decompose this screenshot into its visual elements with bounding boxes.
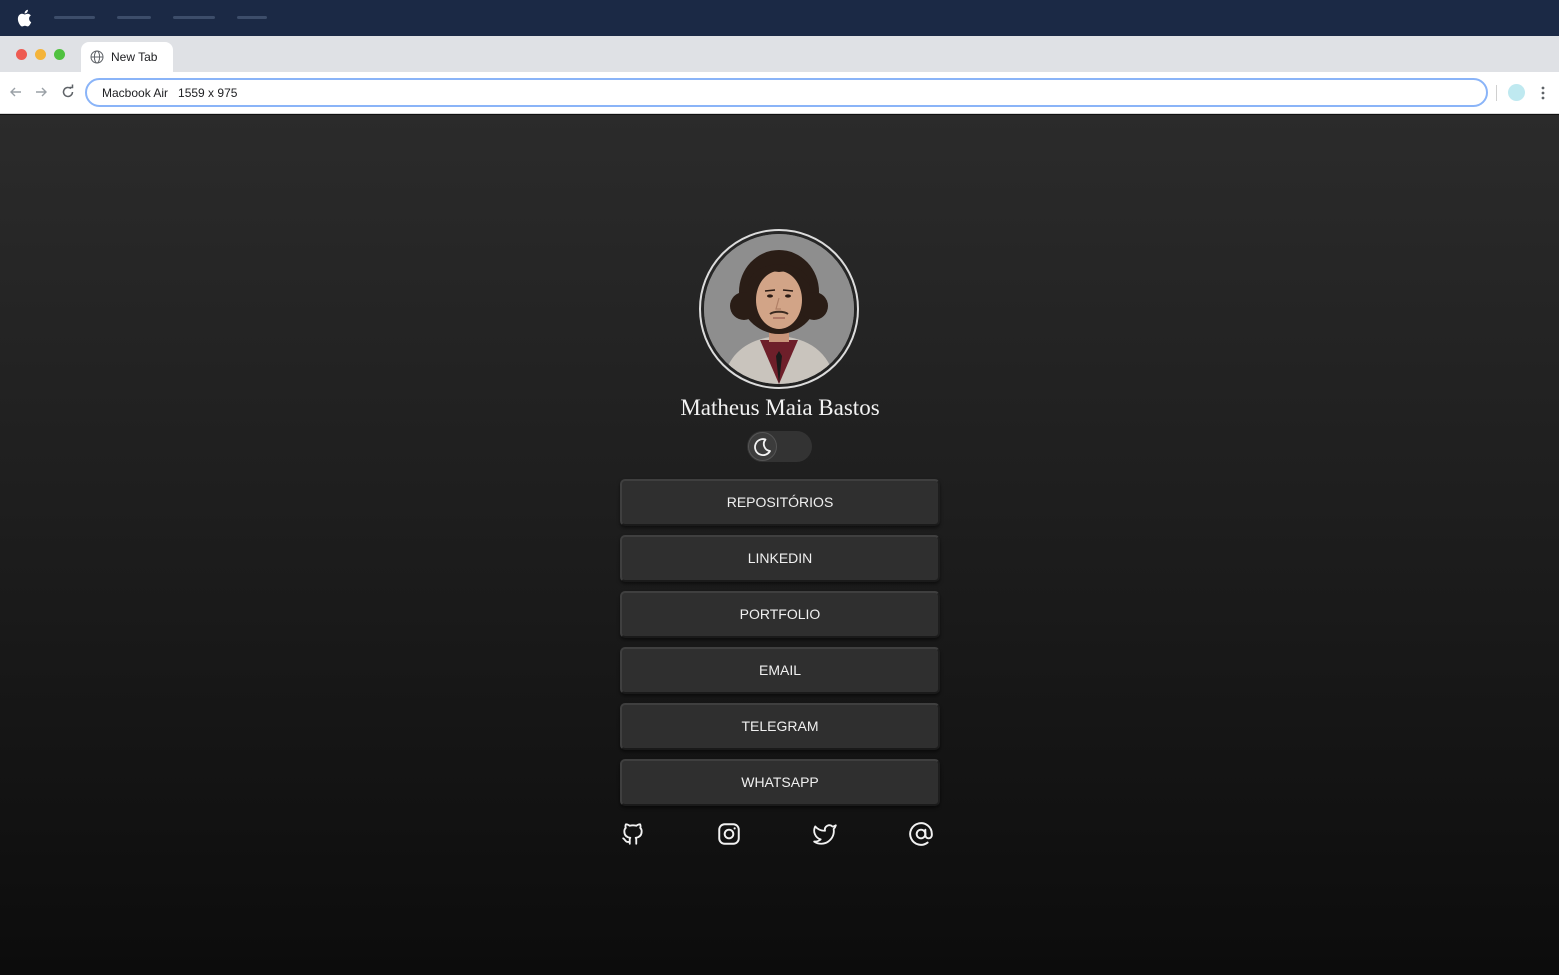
back-arrow-icon[interactable] (8, 84, 24, 100)
profile-photo (699, 229, 859, 389)
reload-icon[interactable] (60, 84, 76, 100)
page-viewport: Matheus Maia Bastos REPOSITÓRIOS LINKEDI… (0, 115, 1559, 975)
close-window-button[interactable] (16, 49, 27, 60)
github-icon[interactable] (620, 821, 646, 847)
profile-photo-image (704, 234, 854, 384)
instagram-icon[interactable] (716, 821, 742, 847)
tab-strip: New Tab (0, 36, 1559, 72)
browser-tab[interactable]: New Tab (81, 42, 173, 72)
menu-bar (0, 0, 1559, 36)
address-bar-text: Macbook Air 1559 x 975 (102, 86, 238, 100)
forward-arrow-icon[interactable] (33, 84, 49, 100)
moon-icon (754, 438, 771, 456)
menu-item[interactable] (54, 16, 95, 19)
twitter-icon[interactable] (812, 821, 838, 847)
toolbar-divider (1496, 85, 1497, 101)
globe-icon (90, 50, 104, 64)
social-icons (620, 821, 940, 849)
whatsapp-button[interactable]: WHATSAPP (620, 759, 940, 806)
email-button[interactable]: EMAIL (620, 647, 940, 694)
link-list: REPOSITÓRIOS LINKEDIN PORTFOLIO EMAIL TE… (620, 479, 940, 815)
linkedin-button[interactable]: LINKEDIN (620, 535, 940, 582)
address-bar[interactable]: Macbook Air 1559 x 975 (85, 78, 1488, 107)
telegram-button[interactable]: TELEGRAM (620, 703, 940, 750)
minimize-window-button[interactable] (35, 49, 46, 60)
profile-name: Matheus Maia Bastos (680, 395, 880, 420)
menu-item[interactable] (117, 16, 151, 19)
at-sign-icon[interactable] (908, 821, 934, 847)
tab-title: New Tab (111, 50, 158, 64)
menu-item[interactable] (173, 16, 215, 19)
repositorios-button[interactable]: REPOSITÓRIOS (620, 479, 940, 526)
profile-avatar-button[interactable] (1508, 84, 1525, 101)
browser-toolbar: Macbook Air 1559 x 975 (0, 72, 1559, 114)
portfolio-button[interactable]: PORTFOLIO (620, 591, 940, 638)
more-menu-icon[interactable] (1536, 84, 1550, 102)
theme-toggle[interactable] (747, 431, 812, 462)
maximize-window-button[interactable] (54, 49, 65, 60)
menu-item[interactable] (237, 16, 267, 19)
toggle-knob (748, 432, 777, 461)
apple-icon[interactable] (16, 9, 32, 27)
